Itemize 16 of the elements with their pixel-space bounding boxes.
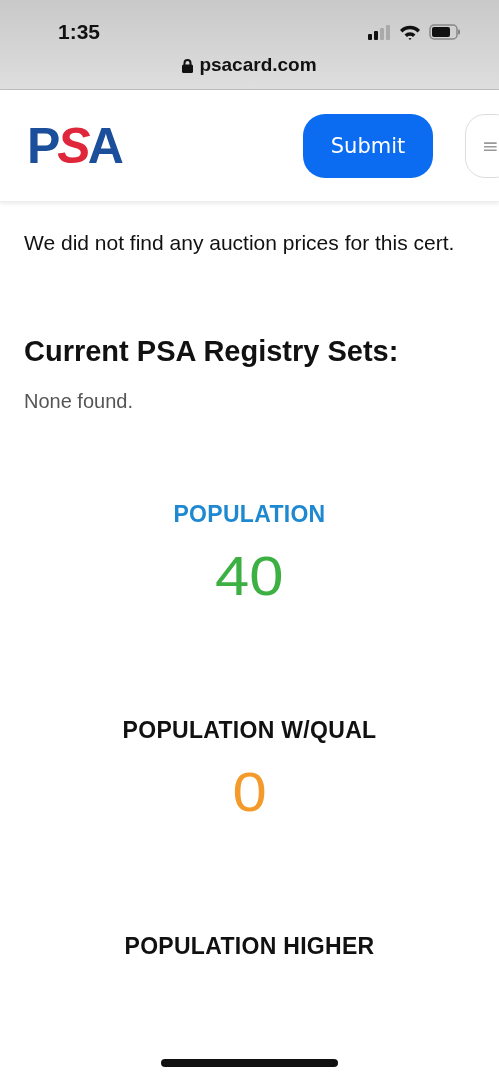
signal-icon [367,24,391,40]
lock-icon [182,57,194,73]
none-found-text: None found. [24,390,134,413]
stat-label: POPULATION W/QUAL [122,717,377,744]
auction-note: We did not find any auction prices for this cert. [24,230,456,256]
section-heading: Current PSA Registry Sets: [24,335,400,368]
stat-value: 0 [232,764,267,820]
stat-value: 40 [215,548,284,604]
wifi-icon [399,24,421,40]
submit-button[interactable]: Submit [303,113,433,178]
stat-label: POPULATION [173,501,326,528]
stat-label: POPULATION HIGHER [124,933,375,960]
battery-icon [429,24,461,40]
url-text[interactable]: psacard.com [199,54,317,76]
clock: 1:35 [58,20,101,44]
psa-logo[interactable]: PSA [27,120,121,171]
